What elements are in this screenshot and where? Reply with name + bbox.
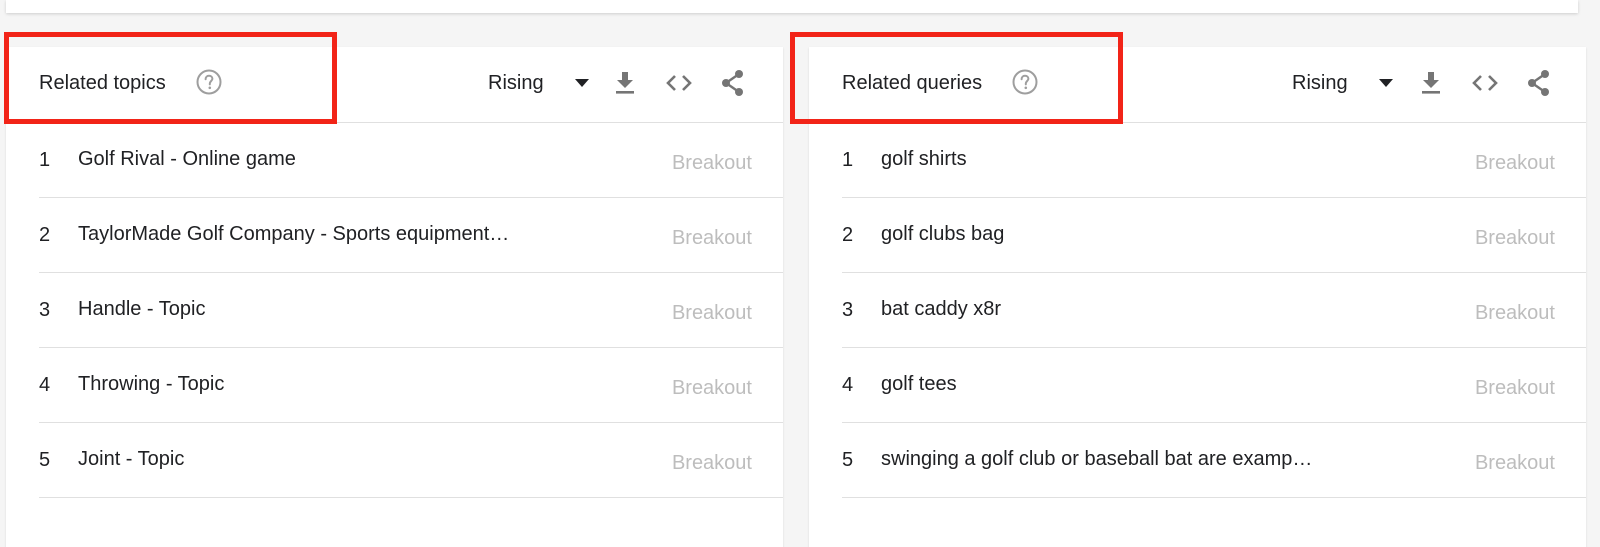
row-rank: 5: [842, 449, 854, 471]
embed-code-icon[interactable]: [663, 67, 695, 99]
related-topics-title: Related topics: [39, 72, 166, 94]
list-item[interactable]: 5 swinging a golf club or baseball bat a…: [809, 423, 1586, 498]
row-value: Breakout: [1474, 227, 1555, 249]
row-value: Breakout: [1474, 302, 1555, 324]
list-item[interactable]: 5 Joint - Topic Breakout: [6, 423, 783, 498]
related-topics-list: 1 Golf Rival - Online game Breakout 2 Ta…: [6, 123, 783, 498]
list-item[interactable]: 4 golf tees Breakout: [809, 348, 1586, 423]
share-icon[interactable]: [717, 67, 749, 99]
row-rank: 3: [39, 299, 51, 321]
share-icon[interactable]: [1523, 67, 1555, 99]
row-label[interactable]: Handle - Topic: [78, 297, 205, 321]
row-label[interactable]: golf tees: [881, 372, 957, 396]
row-label[interactable]: Golf Rival - Online game: [78, 147, 296, 171]
rising-filter-dropdown[interactable]: Rising: [488, 69, 589, 97]
help-icon[interactable]: [1012, 69, 1038, 95]
list-item[interactable]: 2 golf clubs bag Breakout: [809, 198, 1586, 273]
download-icon[interactable]: [1415, 67, 1447, 99]
list-item[interactable]: 1 golf shirts Breakout: [809, 123, 1586, 198]
previous-card-bottom: [6, 0, 1578, 13]
help-icon[interactable]: [196, 69, 222, 95]
row-label[interactable]: bat caddy x8r: [881, 297, 1001, 321]
list-item[interactable]: 1 Golf Rival - Online game Breakout: [6, 123, 783, 198]
related-topics-card: Related topics Rising 1 Golf Rival - Onl…: [6, 47, 783, 547]
related-queries-title: Related queries: [842, 72, 983, 94]
row-value: Breakout: [1474, 377, 1555, 399]
row-value: Breakout: [671, 452, 752, 474]
row-value: Breakout: [1474, 452, 1555, 474]
row-value: Breakout: [1474, 152, 1555, 174]
related-queries-card: Related queries Rising 1 golf shirts Bre…: [809, 47, 1586, 547]
dropdown-caret-icon: [575, 79, 589, 87]
row-value: Breakout: [671, 227, 752, 249]
row-label[interactable]: golf clubs bag: [881, 222, 1004, 246]
row-label[interactable]: golf shirts: [881, 147, 967, 171]
list-item[interactable]: 3 Handle - Topic Breakout: [6, 273, 783, 348]
row-rank: 4: [39, 374, 51, 396]
row-rank: 5: [39, 449, 51, 471]
row-rank: 4: [842, 374, 854, 396]
row-rank: 1: [842, 149, 854, 171]
list-item[interactable]: 3 bat caddy x8r Breakout: [809, 273, 1586, 348]
row-value: Breakout: [671, 302, 752, 324]
row-rank: 1: [39, 149, 51, 171]
download-icon[interactable]: [609, 67, 641, 99]
rising-filter-label: Rising: [1292, 72, 1348, 94]
rising-filter-dropdown[interactable]: Rising: [1292, 69, 1393, 97]
row-label[interactable]: Throwing - Topic: [78, 372, 224, 396]
dropdown-caret-icon: [1379, 79, 1393, 87]
row-label[interactable]: Joint - Topic: [78, 447, 184, 471]
embed-code-icon[interactable]: [1469, 67, 1501, 99]
row-rank: 2: [39, 224, 51, 246]
related-queries-list: 1 golf shirts Breakout 2 golf clubs bag …: [809, 123, 1586, 498]
row-value: Breakout: [671, 152, 752, 174]
row-value: Breakout: [671, 377, 752, 399]
row-rank: 3: [842, 299, 854, 321]
rising-filter-label: Rising: [488, 72, 544, 94]
row-rank: 2: [842, 224, 854, 246]
list-item[interactable]: 4 Throwing - Topic Breakout: [6, 348, 783, 423]
row-label[interactable]: TaylorMade Golf Company - Sports equipme…: [78, 222, 509, 246]
row-label[interactable]: swinging a golf club or baseball bat are…: [881, 447, 1312, 471]
list-item[interactable]: 2 TaylorMade Golf Company - Sports equip…: [6, 198, 783, 273]
